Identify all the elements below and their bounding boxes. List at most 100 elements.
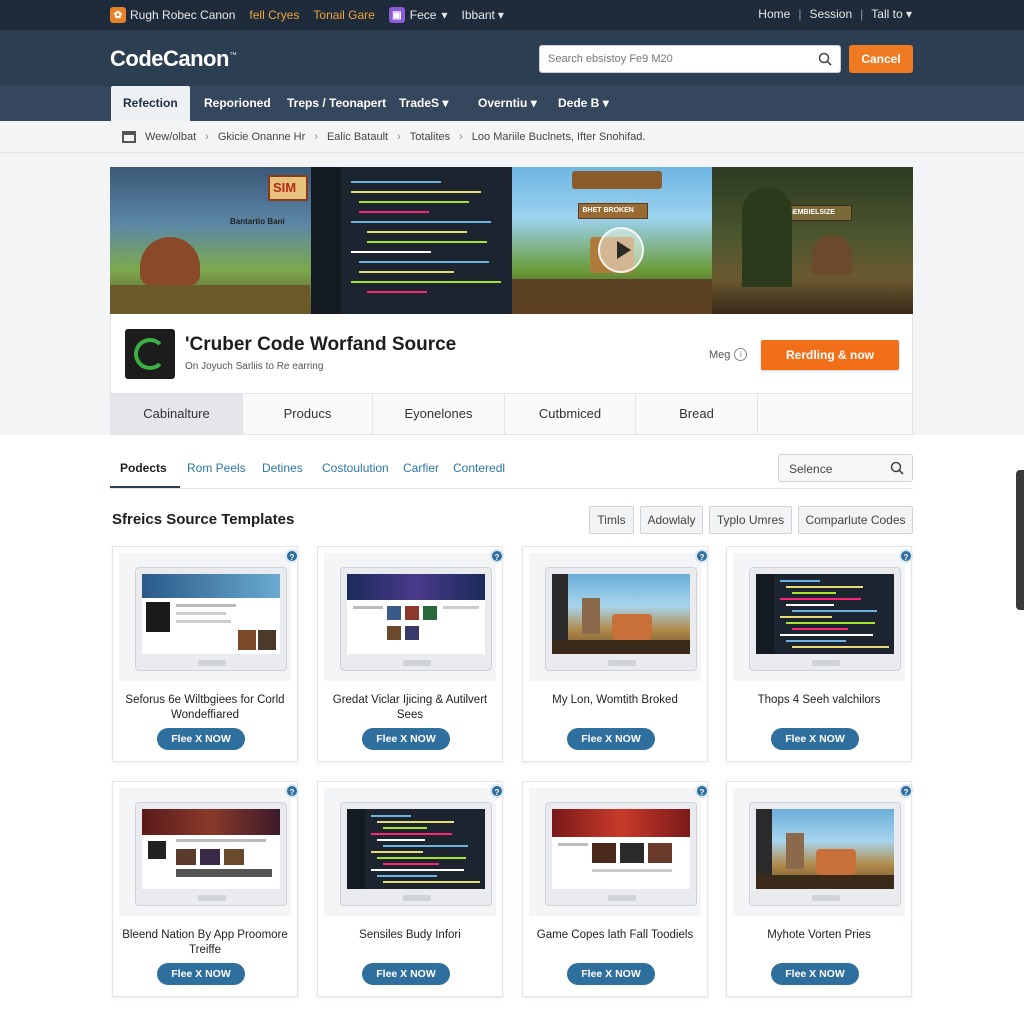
cancel-button[interactable]: Cancel — [849, 45, 913, 73]
card-title[interactable]: Game Copes lath Fall Toodiels — [531, 928, 699, 943]
card-thumbnail[interactable] — [119, 553, 291, 681]
card-title[interactable]: My Lon, Womtith Broked — [531, 693, 699, 708]
subtab-eyonelones[interactable]: Eyonelones — [373, 394, 505, 434]
top-home-link[interactable]: Home — [758, 7, 790, 21]
info-icon[interactable]: ? — [285, 549, 299, 563]
filter-button[interactable]: Comparlute Codes — [798, 506, 913, 534]
nav-item-reporioned[interactable]: Reporioned — [204, 86, 271, 121]
search-icon[interactable] — [818, 52, 832, 66]
subtab-cutbmiced[interactable]: Cutbmiced — [505, 394, 636, 434]
chevron-down-icon: ▾ — [602, 96, 609, 110]
breadcrumb-item[interactable]: Totalites — [410, 131, 450, 143]
nav-item-overntiu[interactable]: Overntiu ▾ — [478, 86, 537, 121]
template-card[interactable]: ? Myhote Vorten Pries Flee X NOW — [726, 781, 913, 997]
play-icon[interactable] — [598, 227, 644, 273]
card-free-now-button[interactable]: Flee X NOW — [771, 963, 859, 985]
info-icon[interactable]: ? — [695, 549, 709, 563]
card-thumbnail[interactable] — [119, 788, 291, 916]
code-line — [366, 291, 427, 293]
info-icon[interactable]: ? — [899, 784, 913, 798]
search-field[interactable] — [539, 45, 841, 73]
subtab-cabinalture[interactable]: Cabinalture — [111, 394, 243, 434]
monitor-stand — [198, 895, 226, 901]
card-thumbnail[interactable] — [324, 788, 496, 916]
card-free-now-button[interactable]: Flee X NOW — [157, 728, 245, 750]
monitor-icon — [340, 802, 492, 906]
tab-detines[interactable]: Detines — [262, 461, 303, 475]
card-title[interactable]: Sensiles Budy Infori — [326, 928, 494, 943]
card-title[interactable]: Myhote Vorten Pries — [735, 928, 903, 943]
template-card[interactable]: ? My Lon, Womtith Broked Flee X NOW — [522, 546, 709, 762]
preview-banner[interactable]: SIM Bantartio Bani BHET BROKEN SEMBIELSI… — [110, 167, 913, 314]
card-free-now-button[interactable]: Flee X NOW — [567, 963, 655, 985]
card-title[interactable]: Gredat Viclar Ijicing & Autilvert Sees — [326, 693, 494, 723]
main-nav: Refection Reporioned Treps / Teonapert T… — [0, 86, 1024, 121]
info-icon[interactable]: ? — [490, 784, 504, 798]
card-thumbnail[interactable] — [733, 553, 905, 681]
filter-button[interactable]: Adowlaly — [640, 506, 703, 534]
breadcrumb-item[interactable]: Ealic Batault — [327, 131, 388, 143]
nav-item-trades[interactable]: TradeS ▾ — [399, 86, 448, 121]
screen-preview — [142, 809, 280, 889]
template-card[interactable]: ? Game Copes lath Fall Toodiels Flee X NOW — [522, 781, 709, 997]
template-card[interactable]: ? Sensiles Budy Infori Flee X NOW — [317, 781, 504, 997]
top-link-1[interactable]: fell Cryes — [249, 8, 299, 22]
breadcrumb-item[interactable]: Gkicie Onanne Hr — [218, 131, 305, 143]
monitor-stand — [812, 660, 840, 666]
top-tall-link[interactable]: Tall to ▾ — [871, 7, 912, 21]
top-link-2[interactable]: Tonail Gare — [313, 8, 374, 22]
site-logo[interactable]: CodeCanon™ — [110, 46, 237, 72]
card-title[interactable]: Seforus 6e Wiltbgiees for Corld Wondeffi… — [121, 693, 289, 723]
card-free-now-button[interactable]: Flee X NOW — [362, 728, 450, 750]
breadcrumb-item-current: Loo Mariile Buclnets, Ifter Snohifad. — [471, 131, 646, 143]
info-icon[interactable]: ? — [285, 784, 299, 798]
top-link-3[interactable]: ▣ Fece ▾ — [388, 7, 448, 23]
top-session-link[interactable]: Session — [809, 7, 852, 21]
subtab-producs[interactable]: Producs — [243, 394, 373, 434]
card-free-now-button[interactable]: Flee X NOW — [157, 963, 245, 985]
card-title[interactable]: Thops 4 Seeh valchilors — [735, 693, 903, 708]
code-line — [366, 231, 467, 233]
card-thumbnail[interactable] — [733, 788, 905, 916]
tab-rom-peels[interactable]: Rom Peels — [187, 461, 246, 475]
card-free-now-button[interactable]: Flee X NOW — [771, 728, 859, 750]
home-icon[interactable] — [122, 131, 136, 143]
tab-conteredl[interactable]: Conteredl — [453, 461, 505, 475]
code-sidebar — [310, 167, 341, 314]
subtab-bread[interactable]: Bread — [636, 394, 758, 434]
card-free-now-button[interactable]: Flee X NOW — [567, 728, 655, 750]
brand-link[interactable]: ✿ Rugh Robec Canon — [110, 7, 235, 23]
meg-info[interactable]: Meg i — [709, 348, 748, 361]
tab-podects[interactable]: Podects — [120, 461, 167, 475]
monitor-stand — [198, 660, 226, 666]
card-thumbnail[interactable] — [529, 553, 701, 681]
template-card[interactable]: ? Seforus 6e Wiltbgiees for Corld Wondeff… — [112, 546, 299, 762]
scrollbar[interactable] — [1016, 470, 1024, 610]
template-card[interactable]: ? Gredat Viclar Ijicing & Autilvert Sees F… — [317, 546, 504, 762]
tab-carfier[interactable]: Carfier — [403, 461, 439, 475]
code-line — [358, 261, 489, 263]
template-card[interactable]: ? Bleend Nation By App Proomore Treiffe Fl… — [112, 781, 299, 997]
nav-item-dede[interactable]: Dede B ▾ — [558, 86, 609, 121]
info-icon[interactable]: ? — [899, 549, 913, 563]
card-thumbnail[interactable] — [529, 788, 701, 916]
template-card[interactable]: ? Thops 4 Seeh valchilors Flee X NOW — [726, 546, 913, 762]
sort-select[interactable]: Selence — [778, 454, 913, 482]
info-icon[interactable]: ? — [490, 549, 504, 563]
screen-preview — [347, 809, 485, 889]
search-input[interactable] — [540, 46, 800, 72]
card-title[interactable]: Bleend Nation By App Proomore Treiffe — [121, 928, 289, 958]
card-free-now-button[interactable]: Flee X NOW — [362, 963, 450, 985]
card-thumbnail[interactable] — [324, 553, 496, 681]
tab-costoulution[interactable]: Costoulution — [322, 461, 389, 475]
filter-button[interactable]: Timls — [589, 506, 634, 534]
nav-item-treps[interactable]: Treps / Teonapert — [287, 86, 386, 121]
info-icon[interactable]: ? — [695, 784, 709, 798]
breadcrumb-item[interactable]: Wew/olbat — [145, 131, 196, 143]
top-link-4[interactable]: Ibbant ▾ — [462, 8, 504, 22]
primary-cta-button[interactable]: Rerdling & now — [761, 340, 899, 370]
product-title: 'Cruber Code Worfand Source — [185, 334, 457, 355]
character-shape — [140, 237, 200, 285]
filter-button[interactable]: Typlo Umres — [709, 506, 792, 534]
nav-item-refection[interactable]: Refection — [111, 86, 190, 121]
